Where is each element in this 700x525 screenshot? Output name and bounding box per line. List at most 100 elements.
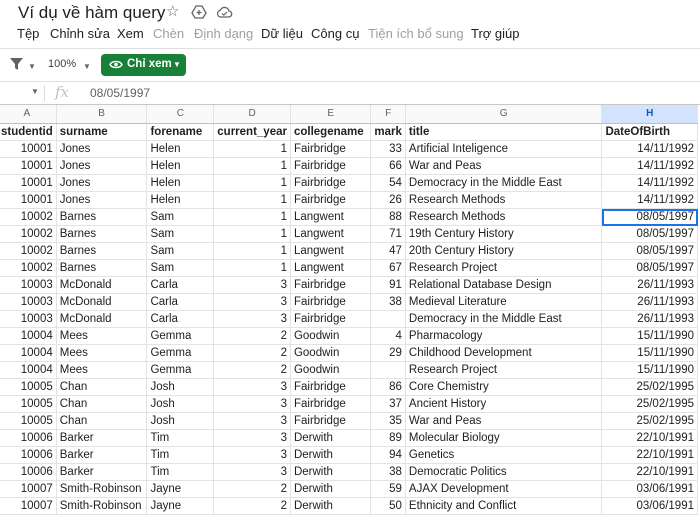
cell[interactable]: 19th Century History	[405, 225, 603, 243]
cell[interactable]: Helen	[146, 140, 215, 158]
cell[interactable]: 10003	[0, 276, 57, 294]
cell[interactable]: 1	[213, 225, 291, 243]
cell[interactable]: 38	[370, 293, 406, 311]
cell[interactable]: 3	[213, 378, 291, 396]
cell[interactable]: 25/02/1995	[601, 378, 698, 396]
menu-item[interactable]: Dữ liệu	[261, 26, 303, 41]
cell[interactable]: 26/11/1993	[601, 293, 698, 311]
cell[interactable]: Langwent	[290, 242, 372, 260]
cell[interactable]: 10002	[0, 225, 57, 243]
cell[interactable]: 47	[370, 242, 406, 260]
cell[interactable]: 1	[213, 174, 291, 192]
cell[interactable]: Langwent	[290, 259, 372, 277]
cell[interactable]: 25/02/1995	[601, 412, 698, 430]
cell[interactable]: 4	[370, 327, 406, 345]
cell[interactable]: Derwith	[290, 463, 372, 481]
column-letter-b[interactable]: B	[56, 105, 148, 124]
cell[interactable]: Josh	[146, 378, 215, 396]
cell[interactable]: 14/11/1992	[601, 140, 698, 158]
cell[interactable]: 88	[370, 208, 406, 226]
cell[interactable]: Tim	[146, 429, 215, 447]
cell[interactable]: Core Chemistry	[405, 378, 603, 396]
cell[interactable]: 2	[213, 327, 291, 345]
cell[interactable]: Barker	[56, 463, 148, 481]
cell[interactable]: Molecular Biology	[405, 429, 603, 447]
cell[interactable]: McDonald	[56, 310, 148, 328]
cell[interactable]: 22/10/1991	[601, 429, 698, 447]
cell[interactable]: Sam	[146, 242, 215, 260]
cell[interactable]: Childhood Development	[405, 344, 603, 362]
cell[interactable]: Fairbridge	[290, 157, 372, 175]
cell[interactable]: 10005	[0, 395, 57, 413]
cell[interactable]: Fairbridge	[290, 191, 372, 209]
header-cell[interactable]: DateOfBirth	[601, 123, 698, 141]
cell[interactable]: 10003	[0, 310, 57, 328]
cell[interactable]: 10004	[0, 344, 57, 362]
cell[interactable]: Derwith	[290, 446, 372, 464]
menu-item[interactable]: Chèn	[153, 26, 184, 41]
cell[interactable]: 10007	[0, 497, 57, 515]
cell[interactable]: Mees	[56, 327, 148, 345]
cell[interactable]: 10004	[0, 361, 57, 379]
cell[interactable]: 08/05/1997	[601, 242, 698, 260]
cell[interactable]: Carla	[146, 276, 215, 294]
cell[interactable]: 14/11/1992	[601, 191, 698, 209]
cell[interactable]: 89	[370, 429, 406, 447]
cell[interactable]: 38	[370, 463, 406, 481]
cell[interactable]: 10006	[0, 429, 57, 447]
cell[interactable]: 26/11/1993	[601, 276, 698, 294]
formula-input[interactable]: 08/05/1997	[90, 86, 150, 100]
cell[interactable]: Pharmacology	[405, 327, 603, 345]
cell[interactable]: 10002	[0, 259, 57, 277]
cell[interactable]: Jones	[56, 174, 148, 192]
cell[interactable]: Research Methods	[405, 208, 603, 226]
cell[interactable]: Research Project	[405, 361, 603, 379]
cell[interactable]: McDonald	[56, 276, 148, 294]
cell[interactable]: Fairbridge	[290, 310, 372, 328]
cell[interactable]: War and Peas	[405, 157, 603, 175]
cell[interactable]: Gemma	[146, 327, 215, 345]
cell[interactable]: 2	[213, 344, 291, 362]
cell[interactable]: Ethnicity and Conflict	[405, 497, 603, 515]
chevron-down-icon[interactable]: ▼	[83, 62, 91, 71]
cell[interactable]: Barnes	[56, 242, 148, 260]
cell[interactable]: Fairbridge	[290, 378, 372, 396]
cell[interactable]: 50	[370, 497, 406, 515]
cell[interactable]: Helen	[146, 174, 215, 192]
cell[interactable]: 08/05/1997	[601, 208, 698, 226]
spreadsheet-grid[interactable]: A B C D E F G Hstudentid surname forename current_…	[0, 105, 700, 525]
cell[interactable]: Democratic Politics	[405, 463, 603, 481]
column-letter-a[interactable]: A	[0, 105, 57, 124]
cell[interactable]: 1	[213, 140, 291, 158]
column-letter-g[interactable]: G	[405, 105, 603, 124]
cell[interactable]: Fairbridge	[290, 412, 372, 430]
cell[interactable]: 3	[213, 310, 291, 328]
cell[interactable]: Chan	[56, 412, 148, 430]
cell[interactable]: 1	[213, 242, 291, 260]
cell[interactable]	[370, 310, 406, 328]
cell[interactable]: 08/05/1997	[601, 225, 698, 243]
cell[interactable]: Josh	[146, 412, 215, 430]
cell[interactable]: 3	[213, 395, 291, 413]
cell[interactable]: 22/10/1991	[601, 463, 698, 481]
cell[interactable]: War and Peas	[405, 412, 603, 430]
cell[interactable]: 29	[370, 344, 406, 362]
cell[interactable]: 20th Century History	[405, 242, 603, 260]
menu-item[interactable]: Trợ giúp	[471, 26, 520, 41]
cell[interactable]: 03/06/1991	[601, 497, 698, 515]
cell[interactable]: 10006	[0, 463, 57, 481]
cell[interactable]: 35	[370, 412, 406, 430]
cell[interactable]: Fairbridge	[290, 395, 372, 413]
header-cell[interactable]: surname	[56, 123, 148, 141]
cell[interactable]: Fairbridge	[290, 140, 372, 158]
star-icon[interactable]: ☆	[166, 4, 179, 20]
cell[interactable]: 10001	[0, 174, 57, 192]
cell[interactable]: 2	[213, 361, 291, 379]
cell[interactable]: 10004	[0, 327, 57, 345]
cell[interactable]: 1	[213, 259, 291, 277]
menu-item[interactable]: Chỉnh sửa	[50, 26, 110, 41]
cell[interactable]: Research Project	[405, 259, 603, 277]
cell[interactable]: 33	[370, 140, 406, 158]
cell[interactable]: Derwith	[290, 497, 372, 515]
cell[interactable]: 86	[370, 378, 406, 396]
